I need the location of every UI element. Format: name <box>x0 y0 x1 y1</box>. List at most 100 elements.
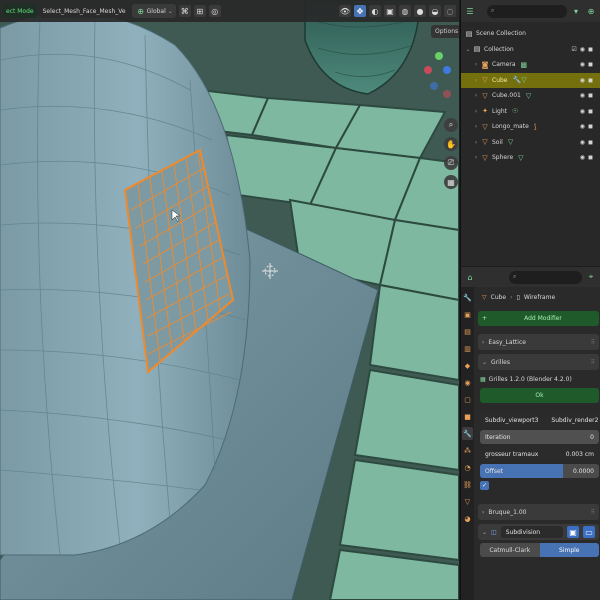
expand-icon[interactable]: › <box>472 139 480 146</box>
subdiv-render-field[interactable]: Subdiv_render 2 <box>546 413 600 427</box>
properties-editor-icon[interactable]: ⌂ <box>464 271 476 283</box>
mode-selector[interactable]: ect Mode <box>3 4 37 18</box>
display-mode-icon[interactable]: ☰ <box>464 5 476 17</box>
overlay-icon[interactable]: ◐ <box>369 5 381 17</box>
visibility-toggles[interactable]: ◉◼ <box>580 92 596 99</box>
tab-constraints[interactable]: ⛓ <box>462 478 473 491</box>
shading-wire-icon[interactable]: ◍ <box>399 5 411 17</box>
zoom-icon[interactable]: ⌕ <box>444 118 458 132</box>
xray-icon[interactable]: ▣ <box>384 5 396 17</box>
subdiv-viewport-field[interactable]: Subdiv_viewport 3 <box>480 413 544 427</box>
tab-particles[interactable]: ⁂ <box>462 444 473 457</box>
expand-icon[interactable]: › <box>472 92 480 99</box>
shading-rendered-icon[interactable]: ◌ <box>444 5 456 17</box>
mesh-data-icon: ▽ <box>518 153 524 162</box>
visibility-toggles[interactable]: ☑◉◼ <box>571 46 596 53</box>
ok-button[interactable]: Ok <box>480 388 599 403</box>
tab-tool[interactable]: 🔧 <box>462 291 473 304</box>
x-axis-icon[interactable] <box>424 66 432 74</box>
visibility-toggles[interactable]: ◉◼ <box>580 61 596 68</box>
viewport-header: ect Mode Select_Mesh_Face_Mesh_Ve ⊕ Glob… <box>0 0 459 22</box>
tab-data[interactable]: ▽ <box>462 495 473 508</box>
outliner-item-collection[interactable]: ⌄ ▤ Collection ☑◉◼ <box>461 42 600 58</box>
tab-object[interactable]: ■ <box>462 410 473 423</box>
outliner-item-cube[interactable]: › ▽ Cube 🔧▽ ◉◼ <box>461 72 600 88</box>
modifier-panel-subdivision[interactable]: ⌄ ◫ Subdivision ▣ ▭ <box>478 524 599 540</box>
properties-search-input[interactable]: ⌕ <box>509 270 582 284</box>
expand-icon[interactable]: › <box>482 509 484 516</box>
visibility-toggles[interactable]: ◉◼ <box>580 123 596 130</box>
snap-icon[interactable]: ⊞ <box>193 5 206 17</box>
hand-icon[interactable]: ✋ <box>444 137 458 151</box>
expand-icon[interactable]: › <box>472 123 480 130</box>
light-data-icon: ☉ <box>511 107 519 116</box>
y-axis-icon[interactable] <box>435 52 443 60</box>
modifier-panel-grilles[interactable]: ⌄ Grilles ⠿ <box>478 354 599 370</box>
expand-icon[interactable]: ⌄ <box>464 46 472 53</box>
visibility-toggles[interactable]: ◉◼ <box>580 154 596 161</box>
collapse-icon[interactable]: ⌄ <box>482 359 487 366</box>
neg-x-axis-icon[interactable] <box>443 90 451 98</box>
outliner-item-scene-collection[interactable]: ▤ Scene Collection <box>461 26 600 42</box>
tab-modifiers[interactable]: 🔧 <box>462 427 473 440</box>
add-modifier-button[interactable]: + Add Modifier <box>478 311 599 326</box>
visibility-toggles[interactable]: ◉◼ <box>580 139 596 146</box>
modifier-panel-easy-lattice[interactable]: › Easy_Lattice ⠿ <box>478 334 599 350</box>
neg-z-axis-icon[interactable] <box>430 82 438 90</box>
outliner-item-soil[interactable]: › ▽ Soil ▽ ◉◼ <box>461 135 600 151</box>
axis-gizmo-icon[interactable] <box>424 52 454 104</box>
visibility-toggles[interactable]: ◉◼ <box>580 77 596 84</box>
outliner-item-camera[interactable]: › ◙ Camera ▩ ◉◼ <box>461 57 600 73</box>
expand-icon[interactable]: › <box>472 61 480 68</box>
outliner-search-input[interactable]: ⌕ <box>487 4 567 18</box>
visibility-toggles[interactable]: ◉◼ <box>580 108 596 115</box>
tab-view-layer[interactable]: ▥ <box>462 342 473 355</box>
tab-scene[interactable]: ◆ <box>462 359 473 372</box>
iteration-field[interactable]: Iteration 0 <box>480 430 599 444</box>
collapse-icon[interactable]: ⌄ <box>482 529 487 536</box>
outliner-item-sphere[interactable]: › ▽ Sphere ▽ ◉◼ <box>461 150 600 166</box>
pivot-icon[interactable]: ⌘ <box>178 5 191 17</box>
gizmo-toggle-icon[interactable]: ✥ <box>354 5 366 17</box>
pin-icon[interactable]: ⌖ <box>585 271 597 283</box>
expand-icon[interactable]: › <box>472 108 480 115</box>
drag-handle-icon[interactable]: ⠿ <box>591 339 595 346</box>
filter-icon[interactable]: ▾ <box>570 5 582 17</box>
editmode-toggle-icon[interactable]: ▣ <box>567 526 579 538</box>
tab-output[interactable]: ▤ <box>462 325 473 338</box>
scene-canvas[interactable] <box>0 0 459 600</box>
viewport-toggle-icon[interactable]: ▭ <box>583 526 595 538</box>
options-dropdown[interactable]: Options <box>431 25 459 38</box>
expand-icon[interactable]: › <box>472 154 480 161</box>
expand-icon[interactable]: › <box>482 339 484 346</box>
enabled-checkbox[interactable]: ✓ <box>480 481 489 490</box>
modifier-name-field[interactable]: Subdivision <box>500 526 563 538</box>
modifier-panel-bruque[interactable]: › Bruque_1.00 ⠿ <box>478 504 599 520</box>
tab-physics[interactable]: ◔ <box>462 461 473 474</box>
transform-orientation[interactable]: ⊕ Global ⌄ <box>131 4 176 18</box>
drag-handle-icon[interactable]: ⠿ <box>591 509 595 516</box>
tab-world[interactable]: ◉ <box>462 376 473 389</box>
viewport-menus[interactable]: Select_Mesh_Face_Mesh_Ve <box>39 4 129 18</box>
shading-material-icon[interactable]: ◒ <box>429 5 441 17</box>
thickness-field[interactable]: grosseur tramaux 0.003 cm <box>480 447 599 461</box>
drag-handle-icon[interactable]: ⠿ <box>591 359 595 366</box>
new-collection-icon[interactable]: ⊕ <box>585 5 597 17</box>
outliner-item-light[interactable]: › ✦ Light ☉ ◉◼ <box>461 104 600 120</box>
z-axis-icon[interactable] <box>443 66 451 74</box>
option-catmull-clark[interactable]: Catmull-Clark <box>480 543 540 557</box>
tab-collection[interactable]: ▢ <box>462 393 473 406</box>
shading-solid-icon[interactable]: ● <box>414 5 426 17</box>
option-simple[interactable]: Simple <box>539 543 599 557</box>
outliner-item-longo-mate[interactable]: › ▽ Longo_mate ⟆ ◉◼ <box>461 119 600 135</box>
proportional-edit-icon[interactable]: ◎ <box>208 5 221 17</box>
tab-render[interactable]: ▣ <box>462 308 473 321</box>
offset-slider[interactable]: Offset 0.0000 <box>480 464 599 478</box>
grid-icon[interactable]: ▦ <box>444 175 458 189</box>
visibility-icon[interactable]: 👁 <box>339 5 351 17</box>
tab-material[interactable]: ◕ <box>462 512 473 525</box>
outliner-item-cube-001[interactable]: › ▽ Cube.001 ▽ ◉◼ <box>461 88 600 104</box>
expand-icon[interactable]: › <box>472 77 480 84</box>
3d-viewport[interactable]: ect Mode Select_Mesh_Face_Mesh_Ve ⊕ Glob… <box>0 0 459 600</box>
camera-icon[interactable]: ⎚ <box>444 156 458 170</box>
